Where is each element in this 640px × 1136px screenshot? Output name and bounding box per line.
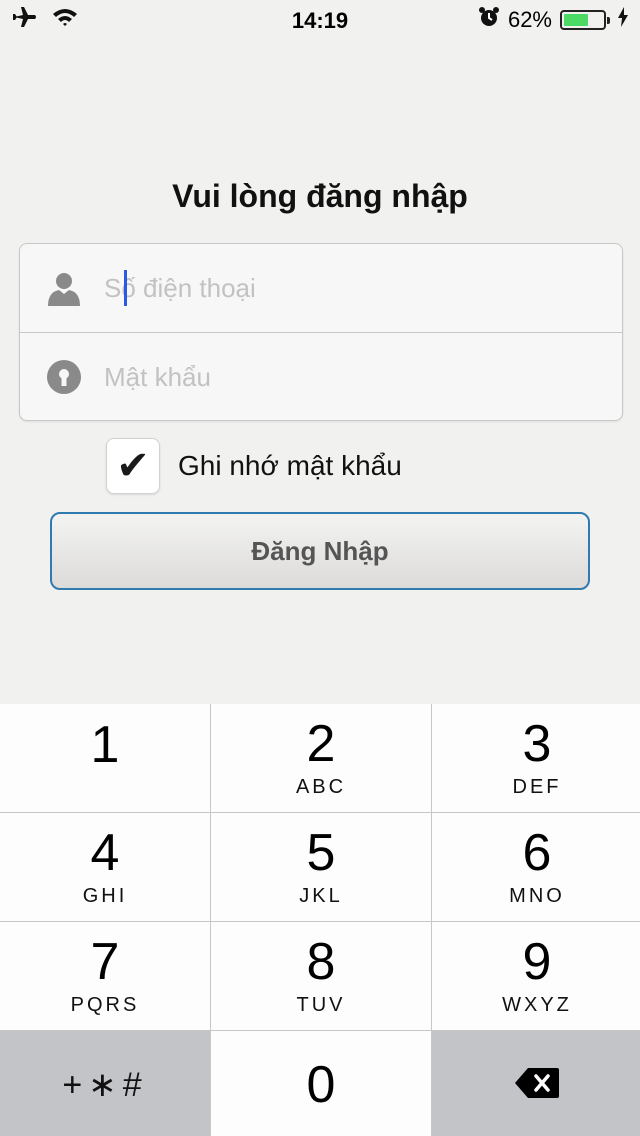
key-digit: 1 [90,716,120,774]
status-bar: 14:19 62% [0,0,640,40]
backspace-icon [514,1067,560,1104]
key-letters: TUV [296,993,346,1016]
key-digit: 8 [306,932,336,991]
key-letters: MNO [509,884,565,907]
key-letters: WXYZ [502,993,572,1016]
charging-icon [618,7,628,33]
key-2[interactable]: 2 ABC [211,704,431,812]
battery-percent: 62% [507,7,552,32]
key-1[interactable]: 1 [0,704,210,812]
checkmark-icon: ✔ [116,444,150,488]
key-digit: 3 [522,714,552,773]
phone-input[interactable] [104,272,584,304]
key-digit: 2 [306,714,336,773]
lock-icon [46,359,82,395]
phone-field[interactable] [20,244,622,332]
battery-fill [564,14,588,26]
numeric-keypad: 1 2 ABC 3 DEF 4 GHI 5 JKL 6 MNO 7 PQRS 8… [0,704,640,1136]
key-3[interactable]: 3 DEF [432,704,640,812]
page-title: Vui lòng đăng nhập [172,178,468,214]
key-7[interactable]: 7 PQRS [0,922,210,1030]
login-form [19,243,623,421]
key-symbols[interactable]: +∗# [0,1031,210,1136]
key-digit: 6 [522,823,552,882]
password-field[interactable] [20,332,622,420]
key-0[interactable]: 0 [211,1031,431,1136]
password-input[interactable] [104,361,584,393]
key-delete[interactable] [432,1031,640,1136]
key-digit: 9 [522,932,552,991]
key-digit: 5 [306,823,336,882]
key-6[interactable]: 6 MNO [432,813,640,921]
key-digit: 0 [306,1056,336,1114]
alarm-icon [478,6,500,34]
symbols-label: +∗# [62,1066,148,1104]
key-5[interactable]: 5 JKL [211,813,431,921]
battery-icon [560,10,610,30]
key-letters: JKL [299,884,343,907]
key-8[interactable]: 8 TUV [211,922,431,1030]
remember-checkbox[interactable]: ✔ [106,438,160,494]
key-4[interactable]: 4 GHI [0,813,210,921]
key-letters: GHI [82,884,128,907]
key-letters: PQRS [70,993,140,1016]
login-button[interactable]: Đăng Nhập [50,512,590,590]
user-icon [46,270,82,306]
key-letters: DEF [512,775,562,798]
key-letters: ABC [295,775,347,798]
key-digit: 7 [90,932,120,991]
key-digit: 4 [90,823,120,882]
remember-label: Ghi nhớ mật khẩu [178,450,402,481]
text-caret [124,270,127,306]
key-9[interactable]: 9 WXYZ [432,922,640,1030]
remember-password[interactable]: ✔ Ghi nhớ mật khẩu [106,438,402,494]
